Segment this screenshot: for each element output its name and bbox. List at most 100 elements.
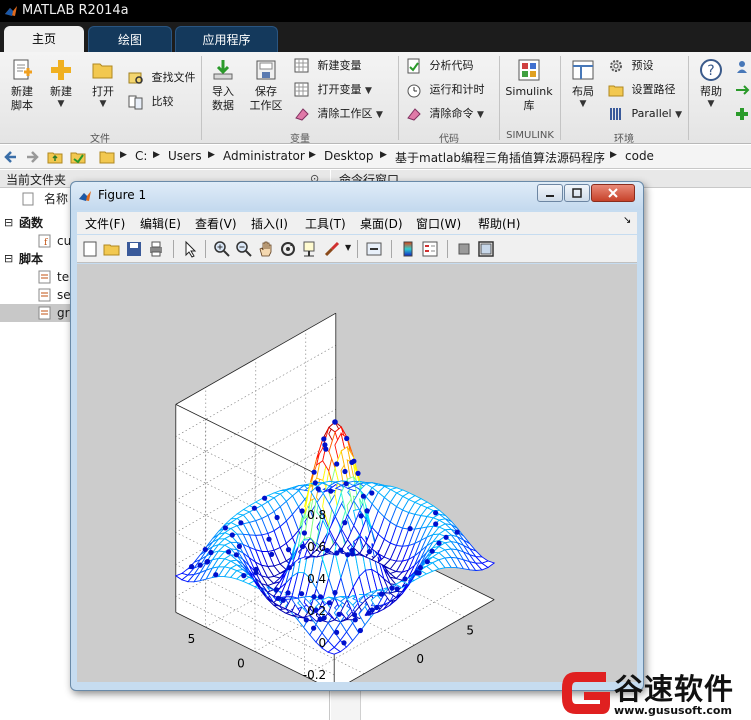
find-files-button[interactable]: 查找文件 — [128, 68, 196, 88]
new-label: 新建 — [50, 85, 72, 98]
clear-workspace-button[interactable]: 清除工作区 ▼ — [294, 104, 383, 124]
maximize-button[interactable] — [564, 184, 590, 202]
forward-arrow-icon[interactable] — [24, 149, 40, 165]
save-workspace-icon — [256, 60, 276, 80]
insert-legend-icon[interactable] — [421, 240, 439, 258]
breadcrumb-item[interactable]: code — [625, 149, 654, 163]
up-folder-icon[interactable] — [47, 149, 63, 165]
tab-home[interactable]: 主页 — [4, 26, 84, 52]
edit-plot-arrow-icon[interactable] — [181, 240, 199, 258]
rotate-3d-icon[interactable] — [279, 240, 297, 258]
browse-folder-icon[interactable] — [70, 149, 86, 165]
collapse-icon[interactable]: ⊟ — [4, 250, 13, 268]
community-icon — [737, 61, 747, 73]
menu-desktop[interactable]: 桌面(D) — [360, 215, 403, 232]
data-point — [326, 600, 332, 606]
data-point — [374, 604, 380, 611]
run-and-time-button[interactable]: 运行和计时 — [406, 80, 485, 100]
add-ons-icon — [736, 108, 748, 120]
compare-button[interactable]: 比较 — [128, 92, 174, 112]
new-variable-button[interactable]: 新建变量 — [294, 56, 362, 76]
data-cursor-icon[interactable] — [301, 240, 319, 258]
tab-plots[interactable]: 绘图 — [88, 26, 172, 52]
open-variable-button[interactable]: 打开变量 ▼ — [294, 80, 372, 100]
help-button[interactable]: ? 帮助 ▼ — [694, 58, 728, 109]
breadcrumb-item[interactable]: Administrator — [223, 149, 305, 163]
data-point — [342, 468, 348, 475]
menu-file[interactable]: 文件(F) — [85, 215, 125, 232]
request-support-button[interactable] — [734, 80, 751, 100]
minimize-button[interactable] — [537, 184, 563, 202]
insert-colorbar-icon[interactable] — [399, 240, 417, 258]
group-label-code: 代码 — [439, 134, 459, 145]
link-plot-icon[interactable] — [365, 240, 383, 258]
clear-commands-icon — [407, 108, 421, 121]
data-point — [416, 570, 422, 576]
data-point — [454, 529, 460, 535]
open-file-icon[interactable] — [103, 240, 121, 258]
new-script-button[interactable]: 新建 脚本 — [6, 58, 38, 113]
data-point — [317, 594, 324, 600]
tab-apps[interactable]: 应用程序 — [175, 26, 278, 52]
import-data-icon — [213, 60, 233, 80]
pan-hand-icon[interactable] — [257, 240, 275, 258]
breadcrumb-item[interactable]: 基于matlab编程三角插值算法源码程序 — [395, 149, 605, 166]
toolbar-separator — [447, 240, 448, 258]
zoom-in-icon[interactable] — [213, 240, 231, 258]
brush-dropdown-icon[interactable]: ▼ — [345, 243, 351, 252]
menu-insert[interactable]: 插入(I) — [251, 215, 288, 232]
new-figure-icon[interactable] — [81, 240, 99, 258]
open-button[interactable]: 打开 ▼ — [86, 58, 120, 109]
menu-tools[interactable]: 工具(T) — [305, 215, 346, 232]
set-path-button[interactable]: 设置路径 — [608, 80, 676, 100]
group-separator — [560, 56, 561, 140]
data-point — [301, 530, 307, 536]
surface-plot[interactable]: 0.8 0.6 0.4 0.2 0 -0.2 -5 0 5 -5 0 5 — [77, 264, 637, 695]
menu-view[interactable]: 查看(V) — [195, 215, 237, 232]
new-variable-label: 新建变量 — [317, 59, 362, 72]
simulink-library-button[interactable]: Simulink 库 — [503, 58, 555, 113]
save-workspace-button[interactable]: 保存 工作区 — [246, 58, 286, 113]
save-figure-icon[interactable] — [125, 240, 143, 258]
show-plot-tools-icon[interactable] — [477, 240, 495, 258]
close-button[interactable] — [591, 184, 635, 202]
data-point — [266, 536, 272, 542]
collapse-icon[interactable]: ⊟ — [4, 214, 13, 232]
menu-dock-arrow-icon[interactable]: ↘ — [623, 215, 631, 226]
back-arrow-icon[interactable] — [3, 149, 19, 165]
file-column-icon — [22, 192, 34, 206]
clear-commands-button[interactable]: 清除命令 ▼ — [406, 104, 484, 124]
menu-window[interactable]: 窗口(W) — [416, 215, 461, 232]
zoom-out-icon[interactable] — [235, 240, 253, 258]
data-point — [275, 595, 281, 601]
community-button[interactable] — [734, 56, 751, 76]
menu-help[interactable]: 帮助(H) — [478, 215, 520, 232]
breadcrumb-item[interactable]: Desktop — [324, 149, 374, 163]
analyze-code-button[interactable]: 分析代码 — [406, 56, 474, 76]
new-button[interactable]: 新建 ▼ — [44, 58, 78, 109]
close-icon — [608, 188, 618, 198]
clear-workspace-icon — [295, 108, 309, 121]
parallel-button[interactable]: Parallel ▼ — [608, 104, 682, 124]
new-dropdown-icon: ▼ — [57, 99, 65, 109]
brush-icon[interactable] — [323, 240, 341, 258]
data-point — [357, 627, 363, 634]
data-point — [233, 552, 239, 558]
data-point — [332, 419, 338, 425]
figure-canvas[interactable]: 0.8 0.6 0.4 0.2 0 -0.2 -5 0 5 -5 0 5 — [77, 264, 637, 695]
watermark-url: www.gususoft.com — [614, 704, 732, 717]
data-point — [241, 573, 247, 579]
menu-edit[interactable]: 编辑(E) — [140, 215, 181, 232]
preferences-button[interactable]: 预设 — [608, 56, 654, 76]
figure-title-bar[interactable]: Figure 1 — [71, 182, 643, 210]
print-figure-icon[interactable] — [147, 240, 165, 258]
breadcrumb-item[interactable]: Users — [168, 149, 202, 163]
breadcrumb-item[interactable]: C: — [135, 149, 147, 163]
group-separator — [398, 56, 399, 140]
layout-button[interactable]: 布局 ▼ — [566, 58, 600, 109]
x-tick-label: 0 — [416, 652, 424, 666]
add-ons-button[interactable] — [734, 104, 751, 124]
import-data-button[interactable]: 导入 数据 — [206, 58, 240, 113]
data-point — [204, 559, 210, 565]
hide-plot-tools-icon[interactable] — [455, 240, 473, 258]
